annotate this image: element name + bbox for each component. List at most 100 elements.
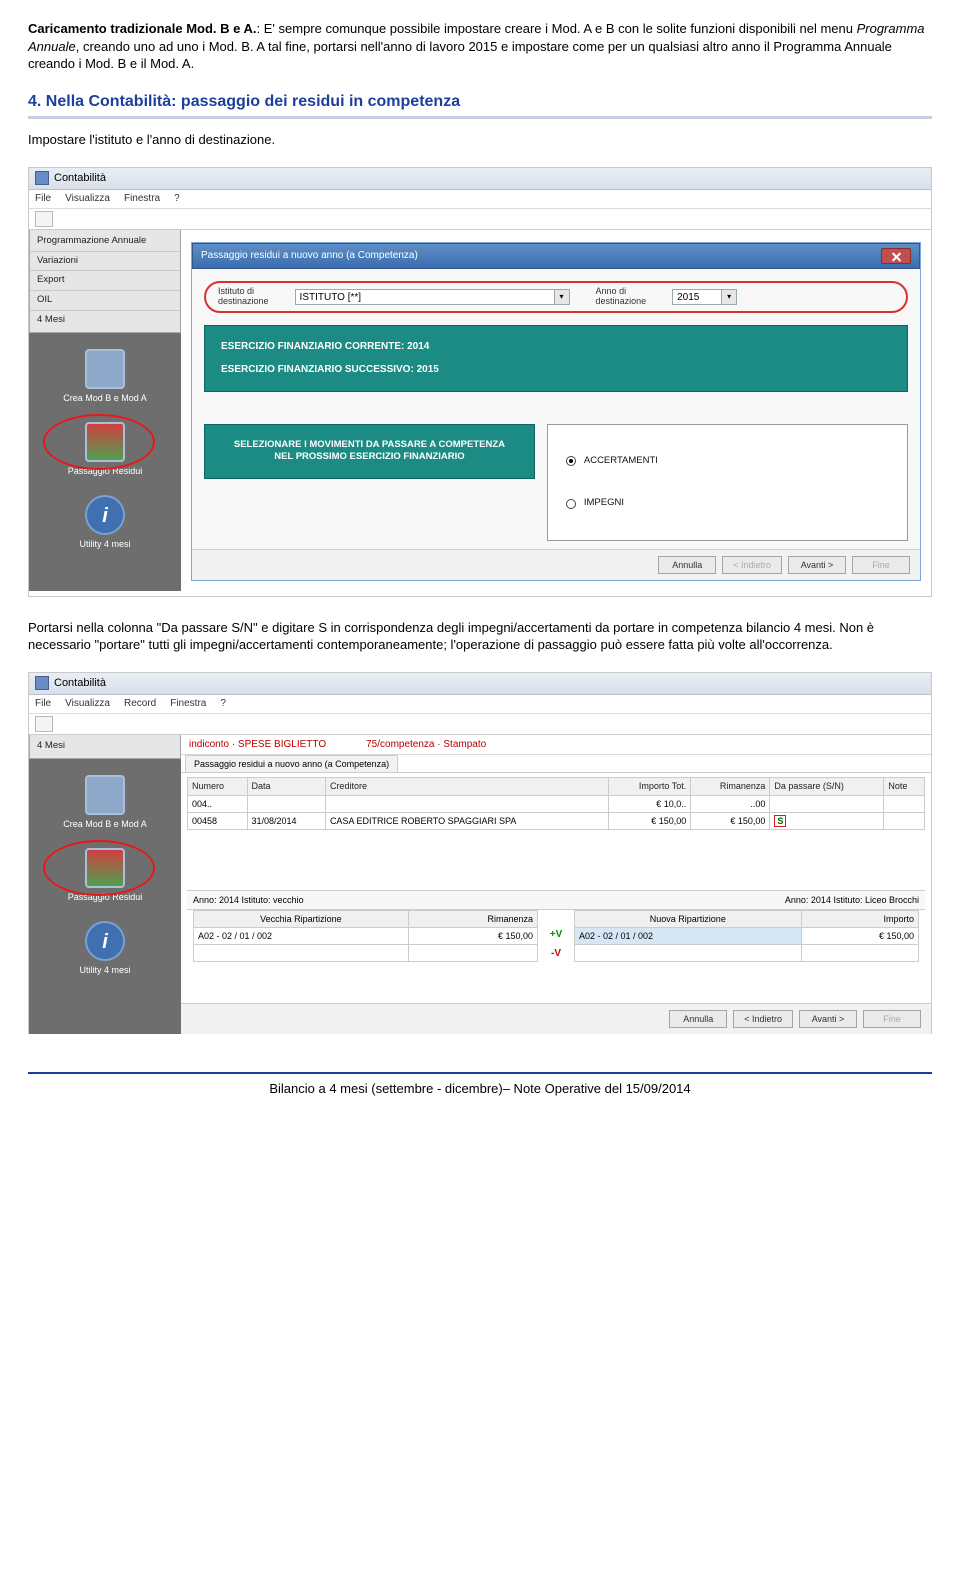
sub-right: Anno: 2014 Istituto: Liceo Brocchi [785, 894, 919, 906]
cell-cred [325, 795, 609, 812]
app-icon [35, 676, 49, 690]
th-creditore: Creditore [325, 778, 609, 795]
intro-t1: : E' sempre comunque possibile impostare… [257, 21, 857, 36]
cell-rim: € 150,00 [691, 812, 770, 829]
intro-t2: , creando uno ad uno i Mod. B. A tal fin… [28, 39, 892, 72]
new-rip-table: Nuova RipartizioneImporto A02 - 02 / 01 … [574, 910, 919, 962]
input-anno[interactable]: 2015 [672, 289, 722, 305]
sidebar-crea-label-2: Crea Mod B e Mod A [63, 819, 147, 829]
menubar: File Visualizza Finestra ? [29, 190, 931, 209]
sidebar-item-utility[interactable]: Utility 4 mesi [29, 495, 181, 550]
label-istituto: Istituto di destinazione [218, 287, 269, 307]
th-note: Note [884, 778, 925, 795]
calendar-icon [85, 775, 125, 815]
cell-data [247, 795, 325, 812]
calendar-icon [85, 349, 125, 389]
menu-help[interactable]: ? [174, 192, 180, 206]
table-row[interactable]: 004.. € 10,0.. ..00 [188, 795, 925, 812]
th-rimanenza: Rimanenza [691, 778, 770, 795]
old-v2: € 150,00 [408, 928, 537, 945]
new-v1: A02 - 02 / 01 / 002 [575, 928, 802, 945]
input-istituto[interactable]: ISTITUTO [**] [295, 289, 555, 305]
btn-avanti[interactable]: Avanti > [788, 556, 846, 574]
leftmenu-prog-annuale[interactable]: Programmazione Annuale [30, 232, 180, 252]
btn-annulla[interactable]: Annulla [658, 556, 716, 574]
leftmenu-4mesi[interactable]: 4 Mesi [30, 737, 180, 756]
sidebar-item-utility-2[interactable]: Utility 4 mesi [29, 921, 181, 976]
cell-num: 00458 [188, 812, 248, 829]
radio-impegni[interactable] [566, 499, 576, 509]
section-lead: Impostare l'istituto e l'anno di destina… [28, 131, 932, 149]
info-icon [85, 921, 125, 961]
btn-indietro-2[interactable]: < Indietro [733, 1010, 793, 1028]
minus-v-icon[interactable]: -V [551, 947, 561, 961]
menu-file[interactable]: File [35, 192, 51, 206]
red-info-bar: indiconto · SPESE BIGLIETTO 75/competenz… [181, 735, 931, 756]
dialog-titlebar: Passaggio residui a nuovo anno (a Compet… [192, 243, 920, 269]
btn-indietro: < Indietro [722, 556, 782, 574]
menu-visualizza[interactable]: Visualizza [65, 192, 110, 206]
radio-group: ACCERTAMENTI IMPEGNI [547, 424, 908, 542]
cell-pass-sel[interactable]: S [770, 812, 884, 829]
sidebar-item-crea-2[interactable]: Crea Mod B e Mod A [29, 775, 181, 830]
menu-file[interactable]: File [35, 697, 51, 711]
new-v2: € 150,00 [801, 928, 918, 945]
toolbar-button[interactable] [35, 211, 53, 227]
cell-pass[interactable] [770, 795, 884, 812]
app-title-2: Contabilità [54, 676, 106, 691]
teal-instruction-box: SELEZIONARE I MOVIMENTI DA PASSARE A COM… [204, 424, 535, 480]
dialog-footer-2: Annulla < Indietro Avanti > Fine [181, 1003, 931, 1034]
th-importo: Importo Tot. [609, 778, 691, 795]
screenshot-2: Contabilità File Visualizza Record Fines… [28, 672, 932, 1034]
menubar-2: File Visualizza Record Finestra ? [29, 695, 931, 714]
teal-info-box: ESERCIZIO FINANZIARIO CORRENTE: 2014 ESE… [204, 325, 908, 392]
leftmenu-export[interactable]: Export [30, 271, 180, 291]
new-h2: Importo [801, 910, 918, 927]
screenshot-1: Contabilità File Visualizza Finestra ? P… [28, 167, 932, 597]
cell-num: 004.. [188, 795, 248, 812]
new-h1: Nuova Ripartizione [575, 910, 802, 927]
sidebar-2: 4 Mesi Crea Mod B e Mod A Passaggio Resi… [29, 735, 181, 1034]
app-titlebar: Contabilità [29, 168, 931, 190]
old-v1: A02 - 02 / 01 / 002 [194, 928, 409, 945]
radio-accertamenti-label: ACCERTAMENTI [584, 455, 658, 468]
chevron-down-icon[interactable]: ▾ [722, 289, 737, 305]
section-title: 4. Nella Contabilità: passaggio dei resi… [28, 91, 932, 120]
sel-s: S [774, 815, 786, 827]
menu-visualizza[interactable]: Visualizza [65, 697, 110, 711]
radio-impegni-label: IMPEGNI [584, 497, 624, 510]
btn-annulla-2[interactable]: Annulla [669, 1010, 727, 1028]
redbar-right: 75/competenza · Stampato [366, 738, 486, 752]
dialog-passaggio: Passaggio residui a nuovo anno (a Compet… [191, 242, 921, 582]
th-numero: Numero [188, 778, 248, 795]
leftmenu-4mesi[interactable]: 4 Mesi [30, 311, 180, 330]
sidebar-item-passaggio[interactable]: Passaggio Residui [29, 422, 181, 477]
menu-help[interactable]: ? [220, 697, 226, 711]
chevron-down-icon[interactable]: ▾ [555, 289, 570, 305]
sidebar-item-passaggio-2[interactable]: Passaggio Residui [29, 848, 181, 903]
tab-passaggio[interactable]: Passaggio residui a nuovo anno (a Compet… [185, 755, 398, 772]
radio-accertamenti[interactable] [566, 456, 576, 466]
toolbar-button[interactable] [35, 716, 53, 732]
menu-finestra[interactable]: Finestra [170, 697, 206, 711]
th-data: Data [247, 778, 325, 795]
btn-avanti-2[interactable]: Avanti > [799, 1010, 857, 1028]
plus-v-icon[interactable]: +V [550, 928, 563, 942]
menu-finestra[interactable]: Finestra [124, 192, 160, 206]
leftmenu-oil[interactable]: OIL [30, 291, 180, 311]
toolbar [29, 209, 931, 230]
app-title: Contabilità [54, 171, 106, 186]
sidebar-crea-label: Crea Mod B e Mod A [63, 393, 147, 403]
table-row[interactable]: 00458 31/08/2014 CASA EDITRICE ROBERTO S… [188, 812, 925, 829]
menu-record[interactable]: Record [124, 697, 156, 711]
sidebar-utility-label: Utility 4 mesi [79, 539, 130, 549]
cell-tot: € 150,00 [609, 812, 691, 829]
sidebar-item-crea[interactable]: Crea Mod B e Mod A [29, 349, 181, 404]
fields-row: Istituto di destinazione ISTITUTO [**] ▾… [204, 281, 908, 313]
th-dapassare: Da passare (S/N) [770, 778, 884, 795]
leftmenu-variazioni[interactable]: Variazioni [30, 252, 180, 272]
close-icon[interactable] [881, 248, 911, 264]
tabbar: Passaggio residui a nuovo anno (a Compet… [181, 755, 931, 773]
mid-paragraph: Portarsi nella colonna "Da passare S/N" … [28, 619, 932, 654]
sub-header-row: Anno: 2014 Istituto: vecchio Anno: 2014 … [187, 890, 925, 910]
